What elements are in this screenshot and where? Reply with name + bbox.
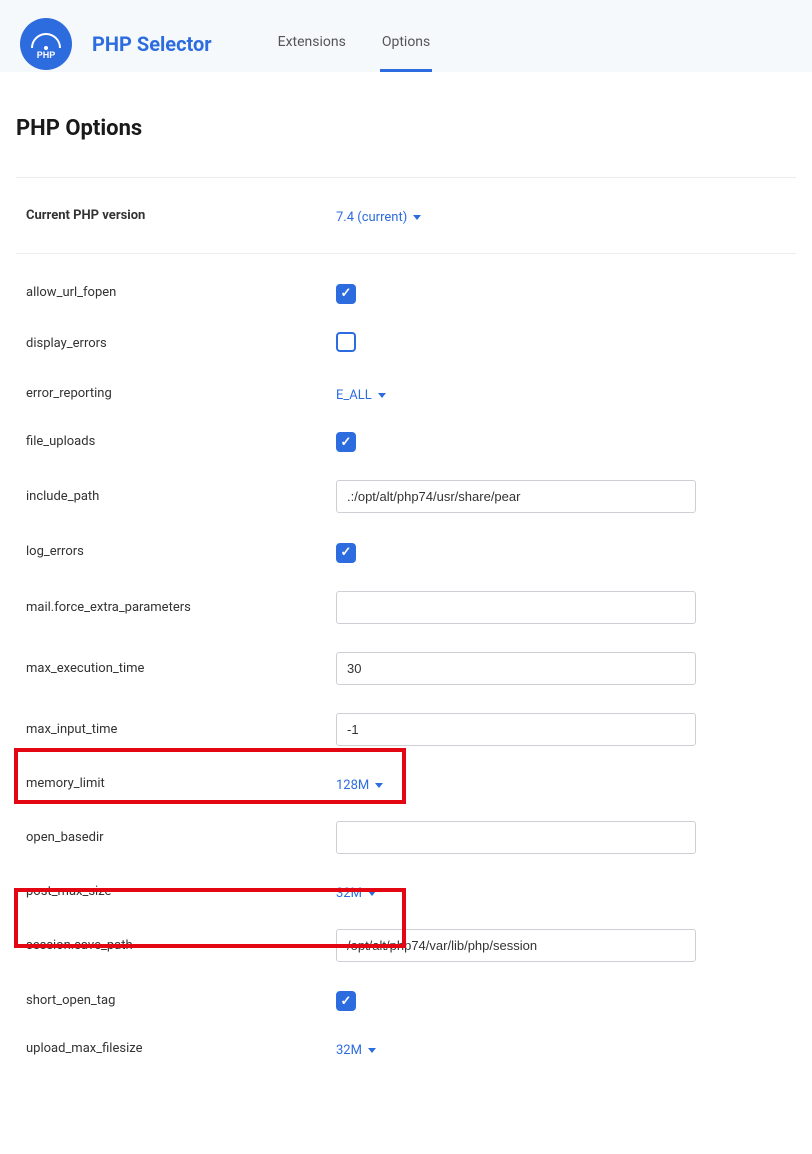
caret-down-icon [368, 891, 376, 896]
option-label: mail.force_extra_parameters [26, 600, 336, 615]
caret-down-icon [375, 783, 383, 788]
tab-bar: Extensions Options [260, 16, 449, 72]
page-title: PHP Options [16, 116, 796, 141]
option-label: max_input_time [26, 722, 336, 737]
open-basedir-input[interactable] [336, 821, 696, 854]
version-value: 7.4 (current) [336, 210, 407, 225]
option-row: include_path [26, 480, 786, 513]
option-label: allow_url_fopen [26, 285, 336, 300]
option-label: error_reporting [26, 386, 336, 401]
tab-extensions[interactable]: Extensions [260, 16, 364, 72]
caret-down-icon [378, 393, 386, 398]
session-save-path-input[interactable] [336, 929, 696, 962]
option-label: short_open_tag [26, 993, 336, 1008]
dropdown-value: 128M [336, 778, 369, 793]
version-label: Current PHP version [26, 208, 336, 223]
option-row: short_open_tag [26, 990, 786, 1012]
option-label: upload_max_filesize [26, 1041, 336, 1056]
caret-down-icon [368, 1048, 376, 1053]
caret-down-icon [413, 215, 421, 220]
option-label: session.save_path [26, 938, 336, 953]
option-row: post_max_size 32M [26, 882, 786, 901]
options-section: allow_url_fopen display_errors error_rep… [16, 253, 796, 1114]
option-label: max_execution_time [26, 661, 336, 676]
max-execution-time-input[interactable] [336, 652, 696, 685]
log-errors-checkbox[interactable] [336, 543, 356, 563]
option-row: upload_max_filesize 32M [26, 1039, 786, 1058]
option-row: file_uploads [26, 431, 786, 453]
option-label: display_errors [26, 336, 336, 351]
tab-options[interactable]: Options [364, 16, 448, 72]
option-label: post_max_size [26, 884, 336, 899]
file-uploads-checkbox[interactable] [336, 432, 356, 452]
max-input-time-input[interactable] [336, 713, 696, 746]
option-label: file_uploads [26, 434, 336, 449]
include-path-input[interactable] [336, 480, 696, 513]
dropdown-value: 32M [336, 886, 362, 901]
upload-max-filesize-dropdown[interactable]: 32M [336, 1043, 376, 1058]
version-dropdown[interactable]: 7.4 (current) [336, 210, 421, 225]
option-row: memory_limit 128M [26, 774, 786, 793]
option-row: display_errors [26, 332, 786, 356]
mail-force-extra-parameters-input[interactable] [336, 591, 696, 624]
option-row: allow_url_fopen [26, 282, 786, 304]
display-errors-checkbox[interactable] [336, 332, 356, 352]
post-max-size-dropdown[interactable]: 32M [336, 886, 376, 901]
option-row: open_basedir [26, 821, 786, 854]
option-row: session.save_path [26, 929, 786, 962]
option-row: max_execution_time [26, 652, 786, 685]
option-label: memory_limit [26, 776, 336, 791]
allow-url-fopen-checkbox[interactable] [336, 284, 356, 304]
error-reporting-dropdown[interactable]: E_ALL [336, 388, 386, 403]
app-header: PHP PHP Selector Extensions Options [0, 0, 812, 72]
php-logo-icon: PHP [20, 18, 72, 70]
page-content: PHP Options Current PHP version 7.4 (cur… [0, 72, 812, 1154]
option-label: open_basedir [26, 830, 336, 845]
dropdown-value: 32M [336, 1043, 362, 1058]
memory-limit-dropdown[interactable]: 128M [336, 778, 383, 793]
short-open-tag-checkbox[interactable] [336, 991, 356, 1011]
option-row: error_reporting E_ALL [26, 384, 786, 403]
version-section: Current PHP version 7.4 (current) [16, 177, 796, 253]
svg-text:PHP: PHP [37, 50, 56, 60]
option-label: log_errors [26, 544, 336, 559]
option-row: mail.force_extra_parameters [26, 591, 786, 624]
option-label: include_path [26, 489, 336, 504]
app-title: PHP Selector [92, 32, 212, 56]
option-row: max_input_time [26, 713, 786, 746]
dropdown-value: E_ALL [336, 388, 372, 403]
option-row: log_errors [26, 541, 786, 563]
